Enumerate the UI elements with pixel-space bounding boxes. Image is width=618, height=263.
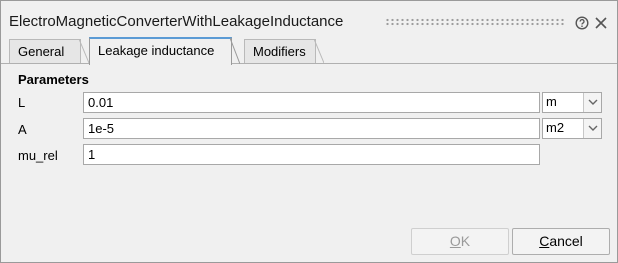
unit-a-select[interactable]: m2 [542, 118, 602, 139]
unit-l-select[interactable]: m [542, 92, 602, 113]
unit-a-value: m2 [546, 120, 565, 135]
close-icon[interactable] [594, 16, 608, 30]
parameters-heading: Parameters [18, 72, 89, 87]
parameters-panel: Parameters L 0.01 m A 1e-5 m2 mu_rel 1 [1, 64, 617, 224]
tab-general[interactable]: General [9, 39, 89, 64]
dialog-window: ElectroMagneticConverterWithLeakageInduc… [0, 0, 618, 263]
unit-l-value: m [546, 94, 557, 109]
param-label-l: L [18, 95, 26, 110]
cancel-label-rest: ancel [549, 233, 583, 249]
ok-label-rest: K [460, 233, 471, 249]
help-icon[interactable] [575, 16, 589, 30]
ok-mnemonic: O [449, 233, 461, 249]
param-label-mu-rel: mu_rel [18, 148, 58, 163]
param-l-input[interactable]: 0.01 [83, 92, 540, 113]
tab-modifiers-label: Modifiers [253, 44, 306, 59]
cancel-mnemonic: C [539, 233, 550, 249]
param-mu-rel-input[interactable]: 1 [83, 144, 540, 165]
tab-edge [314, 39, 324, 63]
window-title: ElectroMagneticConverterWithLeakageInduc… [9, 13, 344, 30]
tab-strip: General Leakage inductance Modifiers [1, 37, 617, 65]
ok-button[interactable]: OK [411, 228, 509, 255]
drag-grip[interactable] [385, 18, 565, 27]
tab-edge [230, 38, 240, 64]
chevron-down-icon[interactable] [583, 93, 601, 112]
tab-general-label: General [18, 44, 65, 59]
tab-edge [79, 39, 89, 63]
tab-leakage-inductance[interactable]: Leakage inductance [89, 37, 240, 65]
title-bar[interactable]: ElectroMagneticConverterWithLeakageInduc… [1, 1, 617, 37]
tab-modifiers[interactable]: Modifiers [244, 39, 324, 64]
cancel-button[interactable]: Cancel [512, 228, 610, 255]
param-a-input[interactable]: 1e-5 [83, 118, 540, 139]
chevron-down-icon[interactable] [583, 119, 601, 138]
param-label-a: A [18, 122, 27, 137]
tab-leakage-inductance-label: Leakage inductance [98, 43, 215, 58]
